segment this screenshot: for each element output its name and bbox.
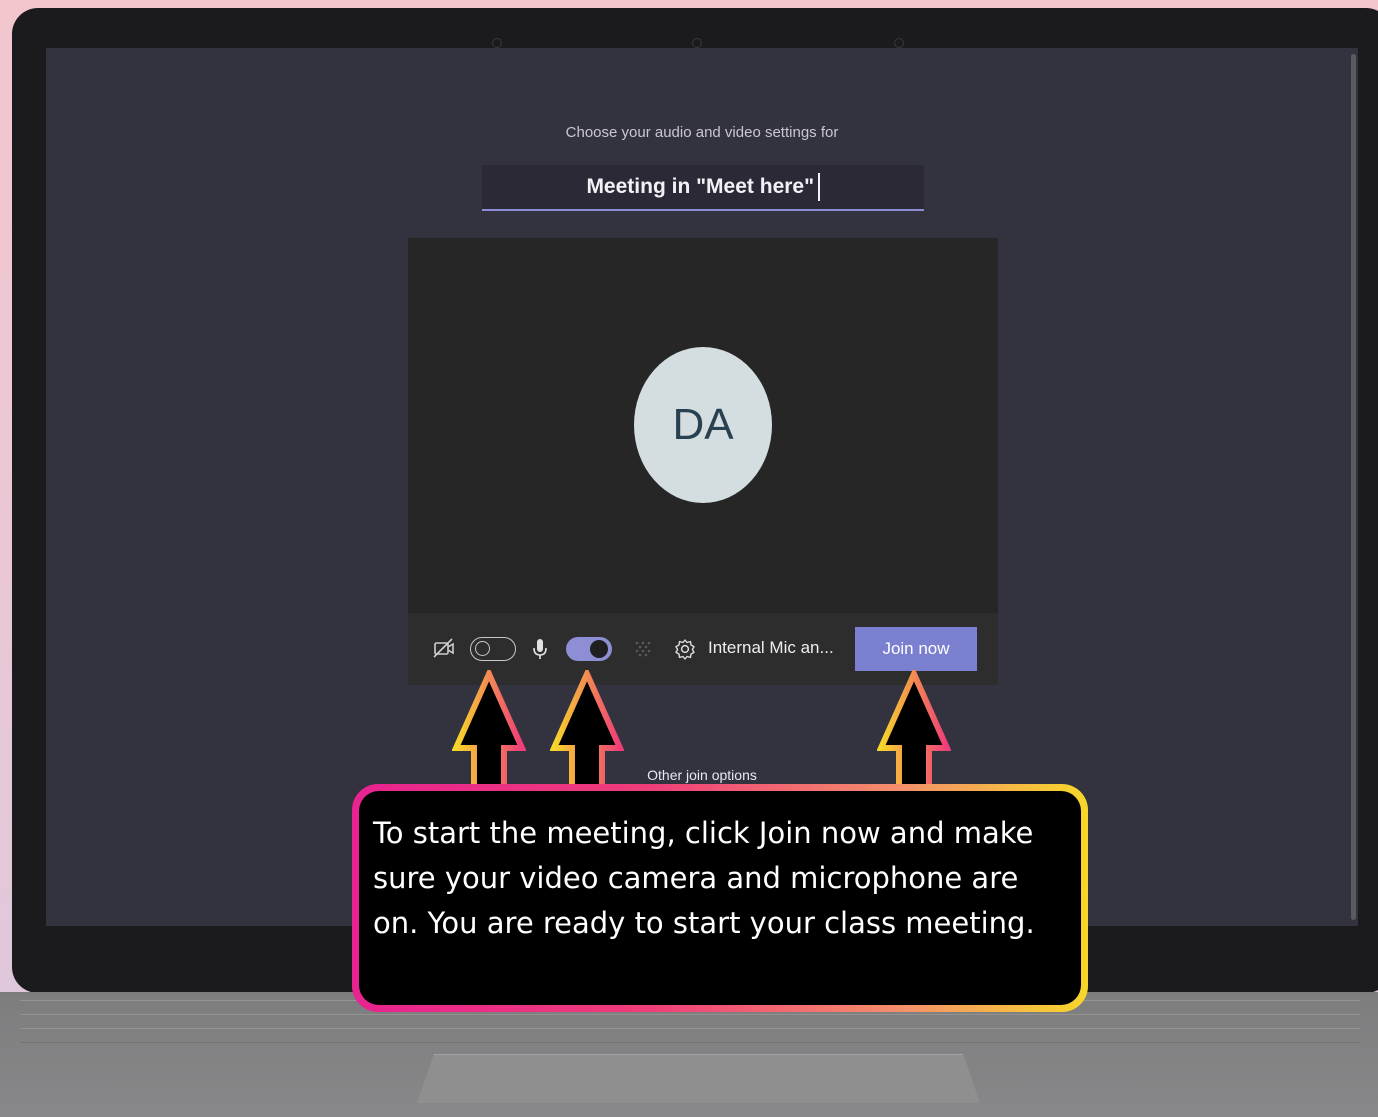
instruction-text: To start the meeting, click Join now and… [373, 816, 1035, 940]
meeting-title-field[interactable]: Meeting in "Meet here" [482, 165, 924, 211]
scrollbar[interactable] [1351, 54, 1356, 920]
microphone-toggle[interactable] [566, 637, 612, 661]
settings-subtitle: Choose your audio and video settings for [565, 124, 839, 141]
background-blur-icon[interactable] [634, 640, 652, 662]
webcam-icon [692, 38, 702, 48]
sensor-dot-icon [894, 38, 904, 48]
join-now-button[interactable]: Join now [855, 627, 977, 671]
audio-device-select[interactable]: Internal Mic an... [708, 638, 834, 658]
meeting-title: Meeting in "Meet here" [586, 175, 815, 198]
microphone-icon [532, 637, 548, 665]
key-row [20, 1028, 1360, 1043]
sensor-dot-icon [492, 38, 502, 48]
gear-icon[interactable] [674, 638, 696, 664]
video-preview: DA Internal Mic an... Join now [408, 238, 998, 685]
text-caret [818, 173, 820, 202]
camera-toggle[interactable] [470, 637, 516, 661]
other-join-options-link[interactable]: Other join options [46, 767, 1358, 783]
camera-off-icon [432, 637, 456, 663]
toggle-knob [590, 640, 608, 658]
trackpad [417, 1054, 980, 1103]
avatar: DA [634, 347, 772, 503]
key-row [20, 1014, 1360, 1029]
toggle-knob [475, 641, 490, 656]
